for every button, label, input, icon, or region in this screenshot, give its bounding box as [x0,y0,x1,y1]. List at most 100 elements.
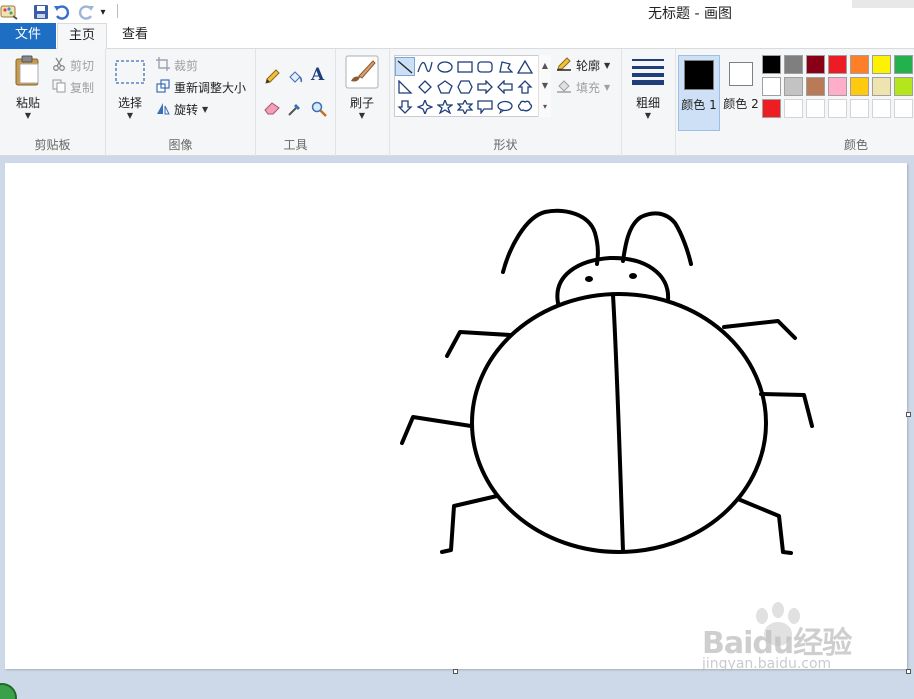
canvas-resize-handle-right[interactable] [906,412,911,417]
curve-shape-icon[interactable] [415,57,435,76]
fill-bucket-disabled-icon [556,79,572,96]
copy-button[interactable]: 复制 [52,79,94,96]
canvas-resize-handle-corner[interactable] [906,669,911,674]
palette-color-swatch[interactable] [828,55,847,74]
palette-color-swatch[interactable] [762,77,781,96]
brushes-label: 刷子 [349,96,374,110]
palette-color-swatch[interactable] [762,55,781,74]
four-point-star-shape-icon[interactable] [415,97,435,116]
select-button[interactable]: 选择 ▼ [112,59,148,120]
eraser-icon[interactable] [264,101,280,118]
selection-rectangle-icon [114,59,146,88]
cut-label: 剪切 [70,59,95,73]
palette-color-swatch[interactable] [828,77,847,96]
triangle-shape-icon[interactable] [515,57,535,76]
palette-color-swatch[interactable] [894,77,913,96]
select-label: 选择 [117,96,142,110]
palette-color-swatch[interactable] [872,77,891,96]
palette-custom-slot[interactable] [872,99,891,118]
outline-button[interactable]: 轮廓 ▼ [556,57,610,74]
palette-custom-slot[interactable] [784,99,803,118]
scroll-down-icon[interactable]: ▼ [542,81,548,90]
palette-custom-slot[interactable] [828,99,847,118]
brushes-button[interactable]: 刷子 ▼ [342,55,382,120]
tools-group: A 工具 [256,49,336,156]
scroll-up-icon[interactable]: ▲ [542,61,548,70]
palette-color-swatch[interactable] [850,77,869,96]
expand-gallery-icon[interactable]: ▾ [543,102,547,111]
pencil-icon[interactable] [264,69,280,88]
color2-button[interactable]: 颜色 2 [720,55,762,131]
watermark-url: jingyan.baidu.com [702,656,832,672]
paint-app-icon[interactable] [0,3,18,21]
chevron-down-icon: ▼ [202,105,209,114]
window-controls[interactable] [852,0,914,8]
palette-color-swatch[interactable] [872,55,891,74]
chevron-down-icon: ▼ [604,61,611,70]
palette-color-swatch[interactable] [762,99,781,118]
shapes-group-label: 形状 [493,138,518,152]
color-picker-icon[interactable] [287,101,303,120]
palette-color-swatch[interactable] [784,55,803,74]
chevron-down-icon: ▼ [358,111,366,120]
hexagon-shape-icon[interactable] [455,77,475,96]
palette-custom-slot[interactable] [850,99,869,118]
chevron-down-icon: ▼ [126,111,134,120]
colors-group-label: 颜色 [843,138,868,152]
pentagon-shape-icon[interactable] [435,77,455,96]
polygon-shape-icon[interactable] [495,57,515,76]
fill-button[interactable]: 填充 ▼ [556,79,610,96]
rect-callout-shape-icon[interactable] [475,97,495,116]
diamond-shape-icon[interactable] [415,77,435,96]
palette-color-swatch[interactable] [894,55,913,74]
cut-button[interactable]: 剪切 [52,57,94,74]
color1-label: 颜色 1 [681,98,717,112]
palette-color-swatch[interactable] [806,77,825,96]
right-triangle-shape-icon[interactable] [395,77,415,96]
right-arrow-shape-icon[interactable] [475,77,495,96]
image-group-label: 图像 [168,138,193,152]
tab-view[interactable]: 查看 [110,23,160,49]
palette-color-swatch[interactable] [784,77,803,96]
palette-color-swatch[interactable] [806,55,825,74]
down-arrow-shape-icon[interactable] [395,97,415,116]
color1-button[interactable]: 颜色 1 [678,55,720,131]
tab-file[interactable]: 文件 [0,23,56,49]
drawing-canvas[interactable] [5,163,907,669]
tools-group-label: 工具 [283,138,308,152]
chevron-down-icon: ▼ [24,111,32,120]
up-arrow-shape-icon[interactable] [515,77,535,96]
oval-callout-shape-icon[interactable] [495,97,515,116]
rectangle-shape-icon[interactable] [455,57,475,76]
oval-shape-icon[interactable] [435,57,455,76]
line-thickness-icon [631,57,665,88]
fill-bucket-icon[interactable] [287,69,303,88]
magnifier-icon[interactable] [311,101,327,120]
palette-custom-slot[interactable] [894,99,913,118]
size-button[interactable]: 粗细 ▼ [628,57,668,120]
baidu-watermark: Baidu经验 jingyan.baidu.com [700,602,870,682]
palette-color-swatch[interactable] [850,55,869,74]
redo-icon[interactable] [77,3,95,21]
save-icon[interactable] [33,3,49,21]
undo-icon[interactable] [53,3,71,21]
rounded-rectangle-shape-icon[interactable] [475,57,495,76]
crop-button[interactable]: 裁剪 [156,57,198,74]
chevron-down-icon: ▼ [644,111,652,120]
resize-button[interactable]: 重新调整大小 [156,79,246,96]
cloud-callout-shape-icon[interactable] [515,97,535,116]
rotate-button[interactable]: 旋转 ▼ [156,101,208,118]
paste-button[interactable]: 粘贴 ▼ [8,55,48,120]
shapes-gallery-scrollbar[interactable]: ▲ ▼ ▾ [538,55,551,117]
text-icon[interactable]: A [311,65,324,85]
line-shape-icon[interactable] [395,57,415,76]
left-arrow-shape-icon[interactable] [495,77,515,96]
taskbar-orb-icon [0,678,18,699]
shapes-gallery [394,55,551,117]
customize-quick-access-button[interactable]: ▾ [97,3,109,21]
tab-home[interactable]: 主页 [57,23,107,50]
canvas-resize-handle-bottom[interactable] [453,669,458,674]
five-point-star-shape-icon[interactable] [435,97,455,116]
six-point-star-shape-icon[interactable] [455,97,475,116]
palette-custom-slot[interactable] [806,99,825,118]
